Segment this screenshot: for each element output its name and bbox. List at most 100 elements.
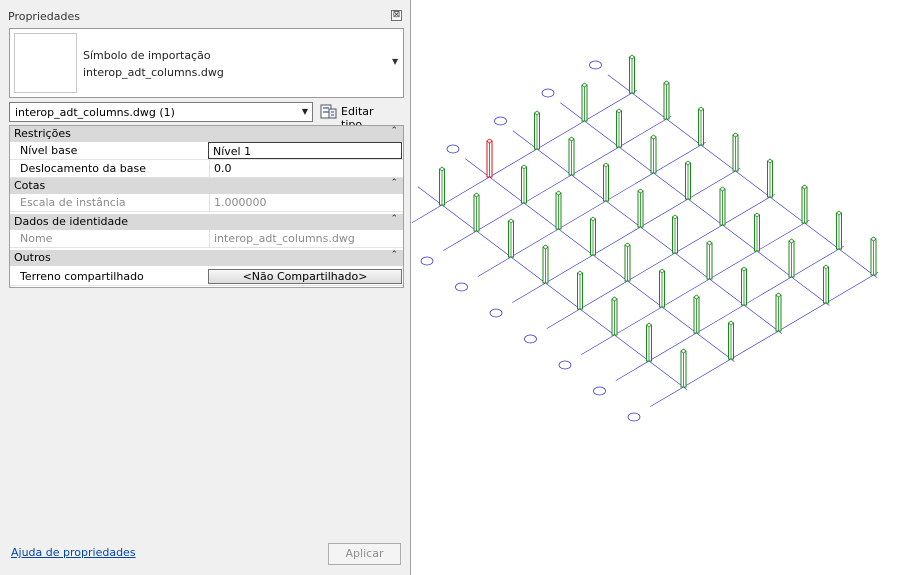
column[interactable] xyxy=(650,134,657,174)
column[interactable] xyxy=(589,216,597,256)
property-label: Nome xyxy=(20,232,53,245)
column[interactable] xyxy=(581,82,588,122)
category-label: Cotas xyxy=(14,179,46,192)
type-family-name: Símbolo de importação xyxy=(83,49,211,62)
grid-bubble xyxy=(420,256,434,266)
deslocamento-field[interactable]: 0.0 xyxy=(209,160,402,177)
escala-field: 1.000000 xyxy=(209,194,402,211)
grid-bubble xyxy=(455,282,468,292)
category-label: Outros xyxy=(14,251,51,264)
column[interactable] xyxy=(801,184,808,224)
column[interactable] xyxy=(870,236,877,276)
column[interactable] xyxy=(732,132,739,172)
palette-titlebar[interactable]: Propriedades ⊠ xyxy=(0,0,410,26)
properties-palette: Propriedades ⊠ Símbolo de importação int… xyxy=(0,0,411,575)
property-label: Escala de instância xyxy=(20,196,126,209)
edit-type-icon xyxy=(320,104,337,119)
grid-bubble xyxy=(541,88,555,98)
grid-line xyxy=(412,89,637,224)
column[interactable] xyxy=(438,166,446,206)
column[interactable] xyxy=(555,190,562,230)
column[interactable] xyxy=(615,108,623,148)
column[interactable] xyxy=(766,158,774,198)
column[interactable] xyxy=(542,244,549,284)
column[interactable] xyxy=(602,162,610,202)
properties-help-link[interactable]: Ajuda de propriedades xyxy=(11,546,136,559)
column[interactable] xyxy=(507,218,515,258)
column[interactable] xyxy=(568,136,575,176)
property-label: Nível base xyxy=(20,144,78,157)
instance-filter-dropdown[interactable]: interop_adt_columns.dwg (1) ▼ xyxy=(9,102,313,122)
selected-column[interactable] xyxy=(486,138,493,178)
triangle-down-icon[interactable]: ▼ xyxy=(392,57,398,66)
property-row-nivel-base: Nível base Nível 1 xyxy=(10,142,403,160)
column[interactable] xyxy=(611,296,618,336)
close-icon[interactable]: ⊠ xyxy=(391,10,402,21)
grid-bubble xyxy=(494,116,507,126)
apply-button[interactable]: Aplicar xyxy=(328,543,401,565)
category-identidade[interactable]: Dados de identidade ⌃ xyxy=(10,214,403,230)
column[interactable] xyxy=(775,292,782,332)
property-value: interop_adt_columns.dwg xyxy=(214,232,355,245)
column[interactable] xyxy=(706,240,713,280)
column[interactable] xyxy=(671,214,679,254)
grid-bubble xyxy=(558,360,572,370)
column[interactable] xyxy=(680,348,687,388)
3d-viewport[interactable] xyxy=(412,0,922,575)
category-outros[interactable]: Outros ⌃ xyxy=(10,250,403,266)
column[interactable] xyxy=(473,192,480,232)
grid-bubbles xyxy=(420,60,641,422)
property-value: Nível 1 xyxy=(213,145,252,158)
property-row-deslocamento: Deslocamento da base 0.0 xyxy=(10,160,403,178)
column[interactable] xyxy=(645,322,653,362)
properties-grid: Restrições ⌃ Nível base Nível 1 Deslocam… xyxy=(9,125,404,288)
type-selector[interactable]: Símbolo de importação interop_adt_column… xyxy=(9,28,404,98)
type-name: interop_adt_columns.dwg xyxy=(83,66,224,79)
collapse-icon[interactable]: ⌃ xyxy=(390,178,398,188)
type-preview-image xyxy=(14,33,77,93)
grid-bubble xyxy=(489,308,503,318)
instance-filter-value: interop_adt_columns.dwg (1) xyxy=(15,106,175,119)
column[interactable] xyxy=(533,110,541,150)
property-row-escala: Escala de instância 1.000000 xyxy=(10,194,403,212)
column[interactable] xyxy=(658,268,666,308)
category-restricoes[interactable]: Restrições ⌃ xyxy=(10,126,403,142)
column[interactable] xyxy=(753,212,761,252)
property-value: 1.000000 xyxy=(214,196,267,209)
column[interactable] xyxy=(719,186,726,226)
collapse-icon[interactable]: ⌃ xyxy=(390,126,398,136)
column[interactable] xyxy=(788,238,795,278)
column[interactable] xyxy=(520,164,528,204)
column[interactable] xyxy=(684,160,692,200)
category-label: Restrições xyxy=(14,127,71,140)
column[interactable] xyxy=(576,270,584,310)
palette-title: Propriedades xyxy=(8,10,80,23)
column[interactable] xyxy=(637,188,644,228)
column[interactable] xyxy=(835,210,843,250)
edit-type-button[interactable]: Editar tipo xyxy=(318,101,398,131)
column[interactable] xyxy=(697,106,705,146)
property-label: Deslocamento da base xyxy=(20,162,146,175)
grid-bubble xyxy=(593,386,606,396)
column[interactable] xyxy=(822,264,830,304)
property-value: 0.0 xyxy=(214,162,232,175)
category-cotas[interactable]: Cotas ⌃ xyxy=(10,178,403,194)
shared-site-button[interactable]: <Não Compartilhado> xyxy=(208,269,402,284)
column[interactable] xyxy=(628,54,636,94)
collapse-icon[interactable]: ⌃ xyxy=(390,250,398,260)
column-instances[interactable] xyxy=(438,54,877,388)
grid-bubble xyxy=(524,334,537,344)
category-label: Dados de identidade xyxy=(14,215,129,228)
nivel-base-field[interactable]: Nível 1 xyxy=(208,142,402,159)
column[interactable] xyxy=(693,294,700,334)
column[interactable] xyxy=(727,320,735,360)
column[interactable] xyxy=(663,80,670,120)
grid-lines xyxy=(412,74,879,407)
collapse-icon[interactable]: ⌃ xyxy=(390,214,398,224)
column[interactable] xyxy=(624,242,631,282)
grid-bubble xyxy=(627,412,641,422)
column[interactable] xyxy=(740,266,748,306)
property-label: Terreno compartilhado xyxy=(20,270,144,283)
nome-field: interop_adt_columns.dwg xyxy=(209,230,402,247)
grid-bubble xyxy=(446,144,460,154)
